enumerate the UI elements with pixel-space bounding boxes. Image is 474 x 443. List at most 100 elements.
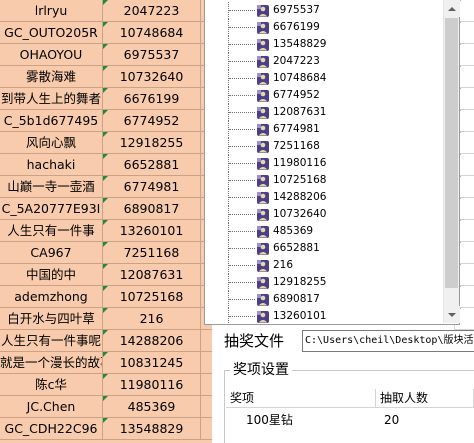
table-row[interactable]: 人生只有一件事呢 14288206	[0, 330, 212, 352]
tree-node[interactable]: 10748684	[205, 70, 443, 87]
tree-node[interactable]: 485369	[205, 223, 443, 240]
tree-node[interactable]: 6975537	[205, 2, 443, 19]
table-row[interactable]: 雾散海难 10732640	[0, 66, 212, 88]
table-row[interactable]: 到带人生上的舞者 6676199	[0, 88, 212, 110]
tree-node[interactable]: 6676199	[205, 19, 443, 36]
table-row[interactable]: JC.Chen 485369	[0, 396, 212, 418]
tree-node[interactable]: 6774952	[205, 87, 443, 104]
cell-username[interactable]: GC_OUTO205R	[0, 22, 103, 44]
tree-node[interactable]: 11980116	[205, 155, 443, 172]
cell-username[interactable]: 山巅一寺一壶酒	[0, 176, 103, 198]
cell-username[interactable]: 就是一个漫长的故事	[0, 352, 103, 374]
cell-user-id[interactable]: 6774981	[103, 176, 201, 198]
scroll-thumb[interactable]	[445, 18, 458, 288]
cell-username[interactable]: 中国的中	[0, 264, 103, 286]
cell-username[interactable]: JC.Chen	[0, 396, 103, 418]
table-row[interactable]: 就是一个漫长的故事 10831245	[0, 352, 212, 374]
table-row[interactable]: GC_OUTO205R 10748684	[0, 22, 212, 44]
cell-username[interactable]: 人生只有一件事呢	[0, 330, 103, 352]
comment-marker-icon	[103, 220, 108, 225]
column-header-count[interactable]: 抽取人数	[376, 389, 474, 408]
cell-user-id[interactable]: 485369	[103, 396, 201, 418]
table-row[interactable]: 中国的中 12087631	[0, 264, 212, 286]
tree-scrollbar[interactable]	[443, 0, 460, 323]
table-row[interactable]: lrlryu 2047223	[0, 0, 212, 22]
table-row[interactable]: hachaki 6652881	[0, 154, 212, 176]
cell-empty[interactable]	[201, 330, 212, 352]
cell-user-id[interactable]: 6774952	[103, 110, 201, 132]
comment-marker-icon	[103, 330, 108, 335]
cell-user-id[interactable]: 6652881	[103, 154, 201, 176]
lottery-file-path-input[interactable]: C:\Users\cheil\Desktop\版块活动	[302, 330, 474, 352]
tree-node[interactable]: 14288206	[205, 189, 443, 206]
tree-node[interactable]: 10732640	[205, 206, 443, 223]
cell-username[interactable]: hachaki	[0, 154, 103, 176]
tree-branch-line	[229, 316, 255, 317]
cell-username[interactable]: ademzhong	[0, 286, 103, 308]
tree-node[interactable]: 6774981	[205, 121, 443, 138]
cell-user-id[interactable]: 12918255	[103, 132, 201, 154]
cell-user-id[interactable]: 13548829	[103, 418, 201, 440]
cell-username[interactable]: C_5A20777E93I	[0, 198, 103, 220]
table-row[interactable]: C_5b1d677495 6774952	[0, 110, 212, 132]
cell-user-id[interactable]: 10748684	[103, 22, 201, 44]
cell-user-id[interactable]: 6676199	[103, 88, 201, 110]
cell-username[interactable]: 雾散海难	[0, 66, 103, 88]
cell-empty[interactable]	[201, 396, 212, 418]
cell-user-id[interactable]: 216	[103, 308, 201, 330]
cell-username[interactable]: OHAOYOU	[0, 44, 103, 66]
prize-table[interactable]: 奖项 抽取人数 100星钻 20	[226, 389, 474, 443]
cell-user-id[interactable]: 13260101	[103, 220, 201, 242]
cell-username[interactable]: 风向心飘	[0, 132, 103, 154]
cell-user-id[interactable]: 10725168	[103, 286, 201, 308]
table-row[interactable]: ademzhong 10725168	[0, 286, 212, 308]
arrow-down-icon	[448, 312, 456, 317]
user-tree-view[interactable]: 6975537 6676199 13548829 2047223 10748684 677…	[204, 0, 460, 325]
user-node-icon	[256, 241, 270, 255]
cell-username[interactable]: 到带人生上的舞者	[0, 88, 103, 110]
cell-username[interactable]: 陈c华	[0, 374, 103, 396]
cell-username[interactable]: lrlryu	[0, 0, 103, 22]
tree-node[interactable]: 7251168	[205, 138, 443, 155]
tree-node[interactable]: 13548829	[205, 36, 443, 53]
cell-user-id[interactable]: 11980116	[103, 374, 201, 396]
tree-node[interactable]: 12918255	[205, 274, 443, 291]
cell-username[interactable]: GC_CDH22C96	[0, 418, 103, 440]
table-row[interactable]: C_5A20777E93I 6890817	[0, 198, 212, 220]
prize-cell-name[interactable]: 100星钻	[246, 411, 293, 429]
tree-node[interactable]: 6890817	[205, 291, 443, 308]
column-header-prize[interactable]: 奖项	[226, 389, 376, 408]
table-row[interactable]: 风向心飘 12918255	[0, 132, 212, 154]
cell-user-id[interactable]: 10831245	[103, 352, 201, 374]
tree-node[interactable]: 12087631	[205, 104, 443, 121]
cell-empty[interactable]	[201, 418, 212, 440]
cell-empty[interactable]	[201, 352, 212, 374]
table-row[interactable]: OHAOYOU 6975537	[0, 44, 212, 66]
cell-user-id[interactable]: 12087631	[103, 264, 201, 286]
tree-node[interactable]: 216	[205, 257, 443, 274]
tree-node[interactable]: 10725168	[205, 172, 443, 189]
cell-user-id[interactable]: 14288206	[103, 330, 201, 352]
table-row[interactable]: 山巅一寺一壶酒 6774981	[0, 176, 212, 198]
cell-username[interactable]: CA967	[0, 242, 103, 264]
tree-node[interactable]: 13260101	[205, 308, 443, 323]
table-row[interactable]: 陈c华 11980116	[0, 374, 212, 396]
table-row[interactable]: GC_CDH22C96 13548829	[0, 418, 212, 440]
cell-username[interactable]: C_5b1d677495	[0, 110, 103, 132]
table-row[interactable]: 白开水与四叶草 216	[0, 308, 212, 330]
tree-node[interactable]: 2047223	[205, 53, 443, 70]
cell-user-id[interactable]: 6975537	[103, 44, 201, 66]
table-row[interactable]: CA967 7251168	[0, 242, 212, 264]
scroll-up-button[interactable]	[444, 0, 460, 17]
cell-username[interactable]: 人生只有一件事	[0, 220, 103, 242]
cell-user-id[interactable]: 10732640	[103, 66, 201, 88]
cell-user-id[interactable]: 2047223	[103, 0, 201, 22]
tree-node[interactable]: 6652881	[205, 240, 443, 257]
prize-cell-count[interactable]: 20	[384, 411, 399, 429]
scroll-down-button[interactable]	[444, 306, 460, 323]
cell-user-id[interactable]: 7251168	[103, 242, 201, 264]
cell-username[interactable]: 白开水与四叶草	[0, 308, 103, 330]
cell-user-id[interactable]: 6890817	[103, 198, 201, 220]
cell-empty[interactable]	[201, 374, 212, 396]
table-row[interactable]: 人生只有一件事 13260101	[0, 220, 212, 242]
